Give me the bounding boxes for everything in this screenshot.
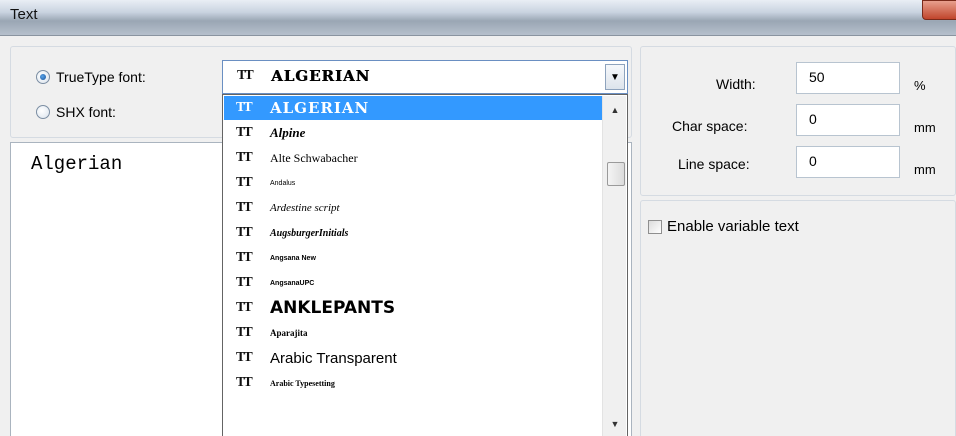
- line-space-input[interactable]: 0: [796, 146, 900, 178]
- truetype-font-label: TrueType font:: [56, 69, 146, 85]
- truetype-icon: TT: [236, 275, 253, 290]
- truetype-icon: TT: [236, 225, 253, 240]
- font-list-item[interactable]: TT Angsana New: [224, 246, 604, 270]
- truetype-icon: TT: [237, 68, 254, 83]
- char-space-input[interactable]: 0: [796, 104, 900, 136]
- font-list-item[interactable]: TT Aparajita: [224, 321, 604, 345]
- truetype-icon: TT: [236, 125, 253, 140]
- truetype-icon: TT: [236, 150, 253, 165]
- truetype-icon: TT: [236, 200, 253, 215]
- window-title: Text: [10, 6, 38, 23]
- font-list-item[interactable]: TT ANKLEPANTS: [224, 296, 604, 320]
- scroll-thumb[interactable]: [607, 162, 625, 186]
- width-label: Width:: [716, 76, 756, 92]
- font-combo-box[interactable]: TT ALGERIAN ▼: [222, 60, 628, 94]
- font-list-item-label: ALGERIAN: [270, 99, 370, 117]
- truetype-radio[interactable]: [36, 70, 50, 84]
- truetype-icon: TT: [236, 100, 253, 115]
- font-list-item-label: Angsana New: [270, 254, 316, 262]
- title-bar: Text: [0, 0, 956, 36]
- truetype-font-option[interactable]: TrueType font:: [36, 69, 146, 85]
- font-list-item-label: Andalus: [270, 179, 296, 187]
- font-list-item-label: Ardestine script: [270, 202, 340, 214]
- scroll-down-arrow-icon[interactable]: ▼: [603, 414, 627, 434]
- chevron-down-icon[interactable]: ▼: [605, 64, 625, 90]
- shx-font-option[interactable]: SHX font:: [36, 104, 116, 120]
- variable-text-group: [640, 200, 956, 436]
- truetype-icon: TT: [236, 175, 253, 190]
- char-space-unit: mm: [914, 120, 936, 135]
- font-combo-value: ALGERIAN: [271, 67, 371, 85]
- text-content: Algerian: [31, 153, 123, 175]
- enable-variable-text-label: Enable variable text: [667, 218, 799, 235]
- font-list-item-label: Arabic Typesetting: [270, 378, 335, 388]
- font-list-item[interactable]: TT Alpine: [224, 121, 604, 145]
- width-unit: %: [914, 78, 926, 93]
- char-space-label: Char space:: [672, 118, 748, 134]
- width-input[interactable]: 50: [796, 62, 900, 94]
- font-dropdown-list[interactable]: TT ALGERIAN TT Alpine TT Alte Schwabacher TT An…: [222, 94, 628, 436]
- font-list-item-label: Aparajita: [270, 328, 308, 338]
- font-list-item-label: Alte Schwabacher: [270, 150, 358, 165]
- font-list-item[interactable]: TT Arabic Transparent: [224, 346, 604, 370]
- scroll-up-arrow-icon[interactable]: ▲: [603, 100, 627, 120]
- font-list-item[interactable]: TT Ardestine script: [224, 196, 604, 220]
- font-list-item[interactable]: TT Andalus: [224, 171, 604, 195]
- font-list-item[interactable]: TT ALGERIAN: [224, 96, 604, 120]
- font-list-item[interactable]: TT Arabic Typesetting: [224, 371, 604, 395]
- font-list-item[interactable]: TT AngsanaUPC: [224, 271, 604, 295]
- font-list-item-label: Arabic Transparent: [270, 349, 397, 367]
- truetype-icon: TT: [236, 375, 253, 390]
- truetype-icon: TT: [236, 325, 253, 340]
- font-list-item-label: Alpine: [270, 125, 306, 140]
- truetype-icon: TT: [236, 350, 253, 365]
- font-list-item[interactable]: TT AugsburgerInitials: [224, 221, 604, 245]
- truetype-icon: TT: [236, 250, 253, 265]
- line-space-unit: mm: [914, 162, 936, 177]
- shx-font-label: SHX font:: [56, 104, 116, 120]
- font-list-item-label: ANKLEPANTS: [270, 298, 396, 318]
- enable-variable-text-checkbox[interactable]: [648, 219, 662, 234]
- enable-variable-text-option[interactable]: Enable variable text: [648, 218, 799, 235]
- font-list-item[interactable]: TT Alte Schwabacher: [224, 146, 604, 170]
- close-button[interactable]: [922, 0, 956, 20]
- font-list-item-label: AngsanaUPC: [270, 279, 315, 287]
- line-space-label: Line space:: [678, 156, 750, 172]
- truetype-icon: TT: [236, 300, 253, 315]
- dropdown-scrollbar[interactable]: ▲ ▼: [602, 96, 626, 436]
- font-list-item-label: AugsburgerInitials: [270, 227, 349, 239]
- shx-radio[interactable]: [36, 105, 50, 119]
